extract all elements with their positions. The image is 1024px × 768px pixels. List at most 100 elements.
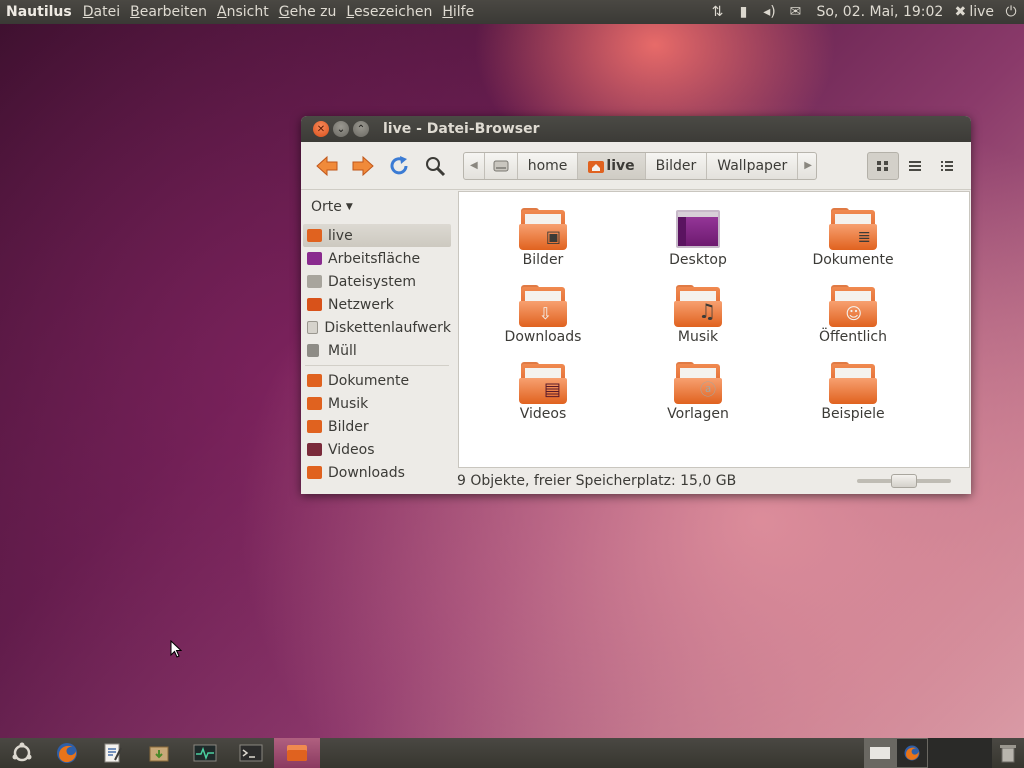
menu-bearbeiten[interactable]: Bearbeiten bbox=[125, 4, 212, 20]
crumb-home[interactable]: home bbox=[518, 152, 579, 179]
file-view[interactable]: ▣ Bilder Desktop ≣ Dokumente ⇩ Downloads… bbox=[458, 191, 970, 468]
sidebar-item-videos[interactable]: Videos bbox=[303, 438, 451, 461]
close-button[interactable]: ✕ bbox=[313, 121, 329, 137]
network-folder-icon bbox=[307, 298, 322, 311]
path-scroll-left-button[interactable]: ◀ bbox=[464, 152, 485, 179]
sidebar-item-dokumente[interactable]: Dokumente bbox=[303, 369, 451, 392]
titlebar[interactable]: ✕ ⌄ ⌃ live - Datei-Browser bbox=[301, 116, 971, 142]
sidebar-item-muell[interactable]: Müll bbox=[303, 339, 451, 362]
sidebar-item-dateisystem[interactable]: Dateisystem bbox=[303, 270, 451, 293]
volume-icon[interactable]: ◂) bbox=[756, 0, 782, 24]
workspace-2[interactable] bbox=[896, 738, 928, 768]
folder-vorlagen[interactable]: ⓐ Vorlagen bbox=[643, 362, 753, 422]
dropdown-arrow-icon: ▼ bbox=[345, 202, 353, 212]
back-button[interactable] bbox=[309, 148, 345, 184]
battery-icon[interactable]: ▮ bbox=[730, 0, 756, 24]
network-icon[interactable]: ⇅ bbox=[704, 0, 730, 24]
taskbar-text-editor[interactable] bbox=[90, 738, 136, 768]
ubuntu-logo-icon bbox=[12, 742, 32, 762]
text-editor-icon bbox=[104, 743, 122, 763]
places-header[interactable]: Orte ▼ bbox=[301, 190, 453, 224]
file-browser-icon bbox=[287, 745, 307, 761]
file-browser-window: ✕ ⌄ ⌃ live - Datei-Browser ◀ home live B… bbox=[301, 116, 971, 494]
power-icon[interactable]: ⏻ bbox=[998, 0, 1024, 24]
search-button[interactable] bbox=[417, 148, 453, 184]
sidebar-item-netzwerk[interactable]: Netzwerk bbox=[303, 293, 451, 316]
sidebar-item-bilder[interactable]: Bilder bbox=[303, 415, 451, 438]
workspace-preview-icon bbox=[870, 747, 890, 759]
bottom-panel bbox=[0, 738, 1024, 768]
folder-bilder[interactable]: ▣ Bilder bbox=[488, 208, 598, 268]
zoom-slider-thumb[interactable] bbox=[891, 474, 917, 488]
taskbar-system-monitor[interactable] bbox=[182, 738, 228, 768]
maximize-button[interactable]: ⌃ bbox=[353, 121, 369, 137]
folder-oeffentlich[interactable]: ☺ Öffentlich bbox=[798, 285, 908, 345]
menu-ansicht[interactable]: Ansicht bbox=[212, 4, 274, 20]
list-view-icon bbox=[909, 160, 921, 171]
taskbar-trash[interactable] bbox=[992, 738, 1024, 768]
places-sidebar: Orte ▼ live Arbeitsfläche Dateisystem Net… bbox=[301, 190, 453, 494]
public-folder-icon: ☺ bbox=[829, 285, 877, 327]
folder-musik[interactable]: ♫ Musik bbox=[643, 285, 753, 345]
music-folder-icon: ♫ bbox=[674, 285, 722, 327]
menu-datei[interactable]: Datei bbox=[78, 4, 125, 20]
back-arrow-icon bbox=[316, 155, 338, 176]
app-name[interactable]: Nautilus bbox=[0, 4, 78, 20]
filesystem-crumb[interactable] bbox=[485, 152, 518, 179]
compact-view-button[interactable] bbox=[931, 152, 963, 180]
sidebar-item-live[interactable]: live bbox=[303, 224, 451, 247]
folder-videos[interactable]: ▤ Videos bbox=[488, 362, 598, 422]
examples-folder-icon bbox=[829, 362, 877, 404]
templates-folder-icon: ⓐ bbox=[674, 362, 722, 404]
menu-gehe-zu[interactable]: Gehe zu bbox=[274, 4, 342, 20]
folder-dokumente[interactable]: ≣ Dokumente bbox=[798, 208, 908, 268]
pictures-folder-icon: ▣ bbox=[519, 208, 567, 250]
workspace-4[interactable] bbox=[960, 738, 992, 768]
floppy-icon bbox=[307, 321, 319, 334]
workspace-3[interactable] bbox=[928, 738, 960, 768]
list-view-button[interactable] bbox=[899, 152, 931, 180]
sidebar-item-downloads[interactable]: Downloads bbox=[303, 461, 451, 484]
user-name[interactable]: live bbox=[969, 4, 998, 20]
taskbar-file-browser[interactable] bbox=[274, 738, 320, 768]
sidebar-item-diskettenlaufwerk[interactable]: Diskettenlaufwerk bbox=[303, 316, 451, 339]
sidebar-item-arbeitsflaeche[interactable]: Arbeitsfläche bbox=[303, 247, 451, 270]
folder-desktop[interactable]: Desktop bbox=[643, 208, 753, 268]
taskbar-firefox[interactable] bbox=[44, 738, 90, 768]
system-monitor-icon bbox=[193, 744, 217, 762]
taskbar-terminal[interactable] bbox=[228, 738, 274, 768]
forward-button[interactable] bbox=[345, 148, 381, 184]
clock[interactable]: So, 02. Mai, 19:02 bbox=[808, 4, 951, 20]
window-title: live - Datei-Browser bbox=[383, 121, 540, 137]
reload-button[interactable] bbox=[381, 148, 417, 184]
mouse-cursor-icon bbox=[170, 640, 182, 658]
crumb-bilder[interactable]: Bilder bbox=[646, 152, 708, 179]
user-status-icon[interactable]: ✖ bbox=[951, 0, 969, 24]
menu-lesezeichen[interactable]: Lesezeichen bbox=[341, 4, 437, 20]
minimize-button[interactable]: ⌄ bbox=[333, 121, 349, 137]
videos-folder-icon: ▤ bbox=[519, 362, 567, 404]
folder-beispiele[interactable]: Beispiele bbox=[798, 362, 908, 422]
desktop-folder-icon bbox=[674, 208, 722, 250]
crumb-wallpaper[interactable]: Wallpaper bbox=[707, 152, 799, 179]
icon-view-button[interactable] bbox=[867, 151, 899, 180]
mail-icon[interactable]: ✉ bbox=[782, 0, 808, 24]
trash-icon bbox=[1000, 745, 1016, 763]
crumb-live[interactable]: live bbox=[578, 152, 646, 179]
menu-hilfe[interactable]: Hilfe bbox=[437, 4, 479, 20]
sidebar-separator bbox=[305, 365, 449, 366]
show-desktop-button[interactable] bbox=[0, 738, 44, 768]
view-switcher bbox=[867, 151, 963, 180]
taskbar-archive-manager[interactable] bbox=[136, 738, 182, 768]
folder-downloads[interactable]: ⇩ Downloads bbox=[488, 285, 598, 345]
downloads-folder-icon: ⇩ bbox=[519, 285, 567, 327]
path-scroll-right-button[interactable]: ▶ bbox=[798, 153, 818, 179]
desktop-icon bbox=[307, 252, 322, 265]
home-folder-icon bbox=[588, 160, 605, 173]
toolbar: ◀ home live Bilder Wallpaper ▶ bbox=[301, 142, 971, 190]
top-panel: Nautilus Datei Bearbeiten Ansicht Gehe z… bbox=[0, 0, 1024, 24]
zoom-slider[interactable] bbox=[857, 474, 951, 488]
sidebar-item-musik[interactable]: Musik bbox=[303, 392, 451, 415]
videos-folder-icon bbox=[307, 443, 322, 456]
workspace-1[interactable] bbox=[864, 738, 896, 768]
